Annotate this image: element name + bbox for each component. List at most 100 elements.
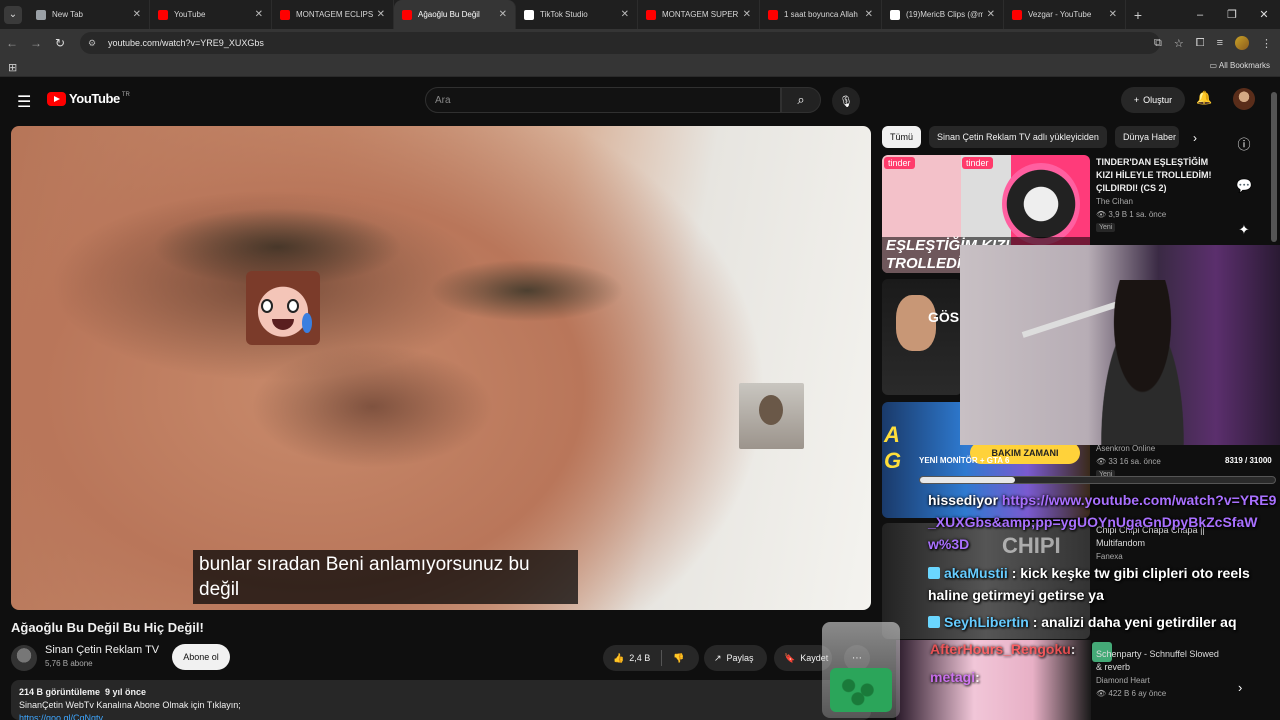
all-bookmarks-button[interactable]: ▭ All Bookmarks (1210, 61, 1270, 70)
browser-tab-5[interactable]: MONTAGEM SUPER ✕ (638, 0, 760, 29)
profile-avatar[interactable] (1235, 36, 1249, 50)
youtube-header: ☰ YouTube TR Ara ⌕ 🎙 + Oluştur 🔔 (0, 80, 1280, 120)
crying-face-sticker (246, 271, 320, 345)
chat-message-3: SeyhLibertin : analizi daha yeni getirdi… (928, 611, 1268, 633)
tab-close-icon[interactable]: ✕ (377, 9, 385, 20)
chat-user-4: AfterHours_Rengoku (930, 641, 1071, 657)
chip-from-uploader[interactable]: Sinan Çetin Reklam TV adlı yükleyiciden (929, 126, 1107, 148)
tab-close-icon[interactable]: ✕ (133, 9, 141, 20)
chat-message-5: metagi: (930, 666, 980, 688)
hamburger-menu-icon[interactable]: ☰ (17, 92, 31, 112)
tab-close-icon[interactable]: ✕ (255, 9, 263, 20)
rec-channel-5[interactable]: Diamond Heart (1096, 676, 1150, 685)
tab-favicon-icon (524, 9, 534, 20)
share-button[interactable]: ↗ Paylaş (704, 645, 767, 671)
apps-grid-icon[interactable]: ⊞ (8, 61, 17, 74)
bookmarks-bar: ⊞ ▭ All Bookmarks (0, 57, 1280, 77)
reading-list-icon[interactable]: ≡ (1217, 37, 1223, 49)
browser-tab-8[interactable]: Vezgar - YouTube ✕ (1004, 0, 1126, 29)
browser-tab-7[interactable]: (19)MericB Clips (@m ✕ (882, 0, 1004, 29)
address-bar[interactable]: ⚙ youtube.com/watch?v=YRE9_XUXGbs (80, 32, 1160, 54)
mask-face (1002, 163, 1080, 245)
like-count[interactable]: 2,4 B (629, 653, 650, 663)
browser-tab-3[interactable]: Ağaoğlu Bu Değil ✕ (394, 0, 516, 29)
tab-favicon-icon (768, 9, 778, 20)
chat-message-2: akaMustii : kick keşke tw gibi clipleri … (928, 562, 1268, 606)
rec-channel-3[interactable]: Asenkron Online (1096, 444, 1155, 453)
rec-new-badge-1: Yeni (1096, 223, 1116, 232)
rec-title-5[interactable]: Schenparty - Schnuffel Slowed & reverb (1096, 648, 1221, 674)
share-label: Paylaş (726, 653, 754, 663)
info-icon[interactable]: ⓘ (1236, 134, 1252, 178)
search-input[interactable]: Ara (425, 87, 781, 113)
tab-close-icon[interactable]: ✕ (987, 9, 995, 20)
description-text: SinanÇetin WebTv Kanalına Abone Olmak iç… (19, 700, 241, 710)
rec-channel-1[interactable]: The Cihan (1096, 197, 1133, 206)
tab-close-icon[interactable]: ✕ (1109, 9, 1117, 20)
tab-close-icon[interactable]: ✕ (621, 9, 629, 20)
chat-message-4: AfterHours_Rengoku: (930, 638, 1075, 660)
tab-title: MONTAGEM SUPER (662, 10, 739, 19)
notifications-bell-icon[interactable]: 🔔 (1196, 90, 1212, 106)
subscribe-button[interactable]: Abone ol (172, 644, 230, 670)
bookmark-star-icon[interactable]: ☆ (1174, 37, 1184, 50)
extensions-icon[interactable]: ⧠ (1196, 37, 1205, 50)
browser-menu-icon[interactable]: ⋮ (1261, 37, 1272, 50)
search-button[interactable]: ⌕ (781, 87, 821, 113)
browser-tab-4[interactable]: TikTok Studio ✕ (516, 0, 638, 29)
tab-title: Ağaoğlu Bu Değil (418, 10, 480, 19)
minimize-icon[interactable]: – (1184, 9, 1216, 21)
tab-close-icon[interactable]: ✕ (743, 9, 751, 20)
rec-meta-3: 👁 33 16 sa. önce (1096, 457, 1161, 466)
voice-search-button[interactable]: 🎙 (832, 87, 860, 115)
page-scrollbar[interactable] (1271, 92, 1277, 242)
forward-icon[interactable]: → (24, 36, 48, 50)
chat-user-5: metagi (930, 669, 976, 685)
goal-count: 8319 / 31000 (1225, 456, 1272, 465)
chat-user-2: akaMustii (944, 565, 1008, 581)
chip-world-news[interactable]: Dünya Haber (1114, 126, 1179, 148)
sticker-eye-right (287, 299, 299, 313)
share-icon: ↗ (714, 652, 722, 663)
tinder-badge-1: tinder (884, 157, 915, 169)
chevron-right-icon[interactable]: › (1193, 131, 1197, 145)
youtube-logo[interactable]: YouTube TR (47, 91, 130, 106)
tab-close-icon[interactable]: ✕ (865, 9, 873, 20)
browser-tab-0[interactable]: New Tab ✕ (28, 0, 150, 29)
video-description[interactable]: 214 B görüntüleme 9 yıl önce SinanÇetin … (11, 680, 871, 720)
rec-next-icon[interactable]: › (1238, 680, 1242, 695)
tab-close-icon[interactable]: ✕ (499, 9, 507, 20)
tab-search-icon[interactable]: ⌄ (4, 5, 22, 24)
description-link[interactable]: https://goo.gl/CqNqtv (19, 712, 863, 720)
chip-all[interactable]: Tümü (882, 126, 922, 148)
account-avatar[interactable] (1233, 88, 1255, 110)
cast-icon[interactable]: ⧉ (1154, 37, 1162, 50)
chat-user-3: SeyhLibertin (944, 614, 1029, 630)
plus-icon: + (1133, 95, 1140, 105)
create-button[interactable]: + Oluştur (1121, 87, 1185, 113)
video-player[interactable]: bunlar sıradan Beni anlamıyorsunuz bu de… (11, 126, 871, 610)
channel-avatar[interactable] (11, 645, 37, 671)
comments-icon[interactable]: 💬 (1236, 178, 1252, 222)
maximize-icon[interactable]: ❐ (1216, 8, 1248, 21)
rec-meta-text-3: 33 16 sa. önce (1108, 457, 1161, 466)
dislike-icon[interactable]: 👎 (673, 653, 684, 664)
browser-tab-6[interactable]: 1 saat boyunca Allah ✕ (760, 0, 882, 29)
like-icon[interactable]: 👍 (613, 653, 624, 664)
rec-title-1[interactable]: TINDER'DAN EŞLEŞTİĞİM KIZI HİLEYLE TROLL… (1096, 156, 1221, 195)
search-icon: ⌕ (797, 92, 805, 107)
rec-meta-1: 👁 3,9 B 1 sa. önce (1096, 210, 1166, 219)
youtube-play-icon (47, 91, 66, 106)
back-icon[interactable]: ← (0, 36, 24, 50)
browser-tab-1[interactable]: YouTube ✕ (150, 0, 272, 29)
close-window-icon[interactable]: ✕ (1248, 8, 1280, 21)
site-info-icon[interactable]: ⚙ (88, 38, 100, 49)
country-code: TR (121, 91, 130, 98)
channel-name[interactable]: Sinan Çetin Reklam TV (45, 644, 159, 656)
new-tab-button[interactable]: + (1126, 7, 1150, 23)
browser-tab-2[interactable]: MONTAGEM ECLIPSE ✕ (272, 0, 394, 29)
gumball-jar (822, 622, 900, 718)
reload-icon[interactable]: ↻ (48, 36, 72, 50)
rec-thumbnail-2[interactable]: GÖS (882, 279, 962, 395)
sticker-tear (302, 313, 312, 333)
